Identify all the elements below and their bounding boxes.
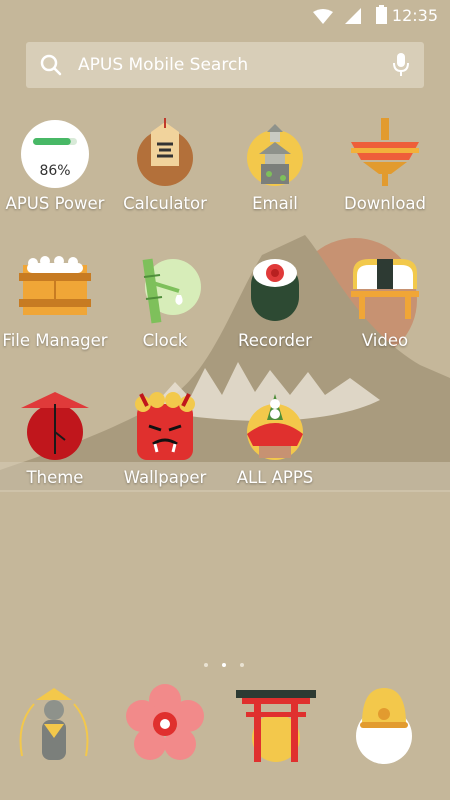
app-download[interactable]: Download bbox=[330, 118, 440, 238]
theme-icon bbox=[21, 392, 89, 460]
app-label: ALL APPS bbox=[236, 468, 314, 487]
app-clock[interactable]: Clock bbox=[110, 255, 220, 375]
app-file-manager[interactable]: File Manager bbox=[0, 255, 110, 375]
wifi-icon bbox=[313, 9, 333, 24]
email-icon bbox=[247, 124, 303, 186]
app-apus-power[interactable]: 86% APUS Power bbox=[0, 118, 110, 238]
search-icon bbox=[40, 54, 62, 76]
signal-icon bbox=[345, 8, 361, 24]
page-dot-active[interactable] bbox=[222, 663, 226, 667]
page-indicator bbox=[200, 660, 250, 670]
page-dot[interactable] bbox=[240, 663, 244, 667]
search-input[interactable]: APUS Mobile Search bbox=[78, 55, 248, 75]
app-wallpaper[interactable]: Wallpaper bbox=[110, 392, 220, 512]
status-time: 12:35 bbox=[391, 6, 438, 25]
search-bar[interactable]: APUS Mobile Search bbox=[26, 42, 424, 88]
apus-power-icon: 86% bbox=[21, 120, 89, 188]
jizo-icon[interactable] bbox=[14, 684, 94, 764]
status-bar: 12:35 bbox=[0, 0, 450, 32]
page-dot[interactable] bbox=[204, 663, 208, 667]
plum-flower-icon[interactable] bbox=[125, 684, 205, 764]
recorder-icon bbox=[251, 259, 299, 321]
app-label: Video bbox=[361, 331, 409, 350]
app-theme[interactable]: Theme bbox=[0, 392, 110, 512]
app-calculator[interactable]: Calculator bbox=[110, 118, 220, 238]
wallpaper-icon bbox=[135, 392, 195, 460]
clock-icon bbox=[142, 258, 201, 324]
all-apps-icon bbox=[247, 394, 303, 460]
app-all-apps[interactable]: ALL APPS bbox=[220, 392, 330, 512]
app-email[interactable]: Email bbox=[220, 118, 330, 238]
file-manager-icon bbox=[19, 256, 91, 315]
app-video[interactable]: Video bbox=[330, 255, 440, 375]
video-icon bbox=[351, 259, 419, 319]
battery-icon bbox=[376, 5, 387, 24]
app-recorder[interactable]: Recorder bbox=[220, 255, 330, 375]
download-icon bbox=[351, 118, 419, 186]
bell-icon[interactable] bbox=[344, 684, 424, 764]
calculator-icon bbox=[137, 118, 193, 186]
apus-power-percent: 86% bbox=[39, 163, 70, 179]
torii-icon[interactable] bbox=[236, 684, 316, 764]
mic-icon[interactable] bbox=[391, 53, 411, 77]
app-label: Download bbox=[343, 194, 427, 213]
